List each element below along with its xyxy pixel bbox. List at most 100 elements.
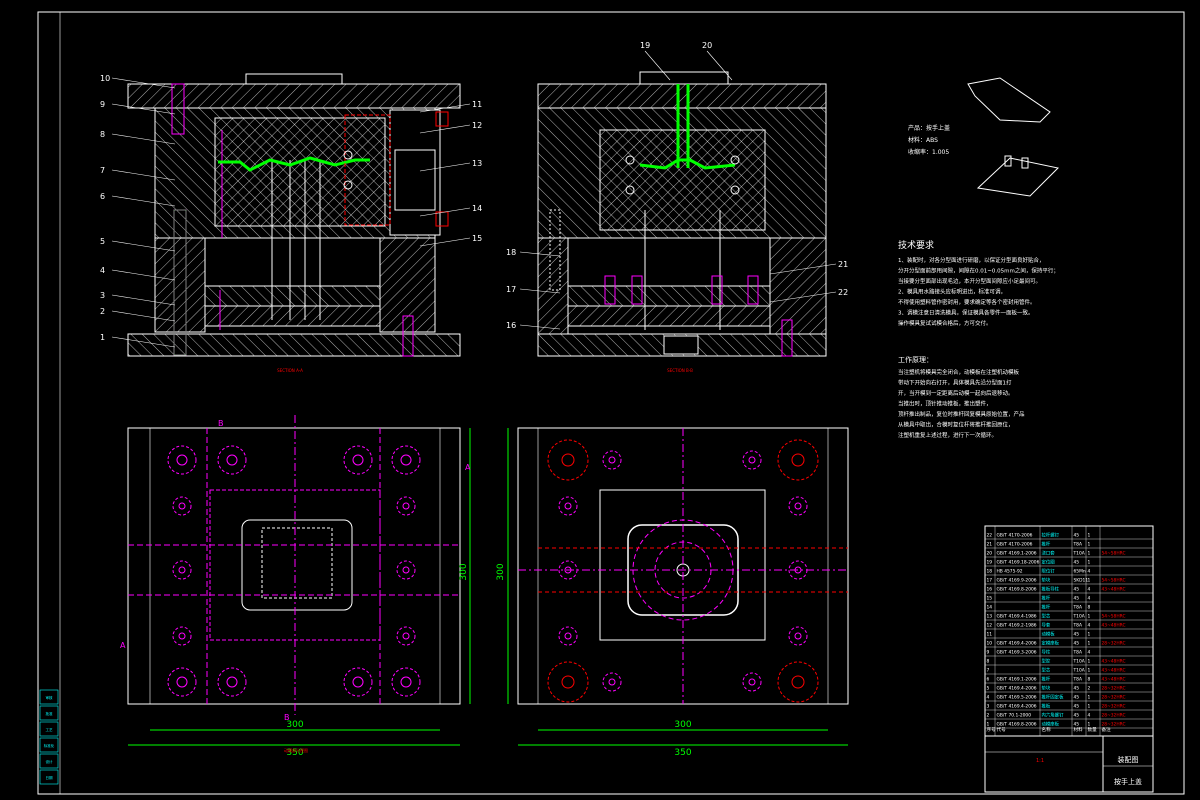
bom-cell: 1 — [1088, 632, 1091, 638]
bolt-hole — [396, 626, 416, 646]
bom-cell: T10A — [1073, 614, 1085, 620]
callout-label: 17 — [506, 285, 516, 294]
bom-cell: 45 — [1074, 596, 1080, 602]
bom-cell: GB/T 4169.3-2006 — [997, 650, 1037, 656]
bom-header-cell: 序号 — [987, 726, 997, 733]
bolt-hole-inner — [176, 454, 188, 466]
bom-cell: 浇口套 — [1042, 550, 1056, 557]
bolt-hole — [788, 496, 808, 516]
plan-view-right — [517, 427, 849, 705]
product-info-line: 材料：ABS — [908, 136, 938, 144]
bolt-hole-inner — [794, 502, 802, 510]
bom-header-cell: 材料 — [1074, 726, 1084, 733]
callout-leader — [706, 50, 733, 81]
bom-cell: HB 4575-92 — [997, 569, 1023, 575]
bolt-hole — [742, 672, 762, 692]
tech-line: 分开分型面前部用间隙，间隙在0.01~0.05mm之间，保持平行； — [898, 267, 1059, 275]
dim-350-right: 350 — [674, 748, 691, 758]
bom-cell: 5 — [987, 686, 990, 692]
bom-cell: 1 — [1088, 551, 1091, 557]
bom-cell: 28~32HRC — [1102, 695, 1126, 701]
bolt-hole — [777, 661, 819, 703]
bom-header-cell: 代号 — [997, 726, 1007, 733]
left-strip-label: 审核 — [46, 695, 53, 700]
left-strip-label: 批准 — [46, 711, 53, 716]
callout-label: 1 — [100, 333, 105, 342]
bom-cell: 22 — [987, 533, 993, 539]
bom-cell: GB/T 4169.18-2006 — [997, 560, 1040, 566]
bom-cell: 型芯 — [1042, 667, 1051, 674]
callout-label: 20 — [702, 41, 712, 50]
bolt-hole — [167, 667, 197, 697]
bolt-hole — [602, 672, 622, 692]
bom-cell: GB/T 4169.4-2006 — [997, 686, 1037, 692]
section-a-caption: SECTION A-A — [277, 368, 303, 373]
bom-cell: 45 — [1074, 560, 1080, 566]
bolt-hole-inner — [226, 676, 238, 688]
tech-line: 不得使用塑料管作密封用，要求确定等各个密封用管件。 — [898, 298, 1036, 306]
bom-cell: 推杆 — [1042, 595, 1051, 602]
bom-cell: 12 — [987, 623, 993, 629]
bolt-hole-inner — [748, 678, 756, 686]
bom-cell: 限位钉 — [1042, 568, 1056, 575]
bom-cell: GB/T 4169.4-1986 — [997, 614, 1037, 620]
bom-cell: 1 — [1088, 722, 1091, 728]
bom-cell: 定位圈 — [1042, 559, 1056, 566]
bom-cell: 43~48HRC — [1102, 668, 1126, 674]
bom-cell: T8A — [1073, 605, 1082, 611]
bolt-hole-inner — [791, 453, 805, 467]
bom-cell: 定模座板 — [1042, 640, 1060, 647]
dim-height-left: 300 — [459, 563, 469, 580]
bom-cell: 45 — [1074, 533, 1080, 539]
bom-cell: GB/T 4170-2006 — [997, 542, 1033, 548]
bolt-hole-inner — [352, 454, 364, 466]
bolt-hole — [343, 667, 373, 697]
callout-label: 14 — [472, 204, 482, 213]
bom-cell: 导套 — [1042, 622, 1051, 629]
bom-cell: 推杆 — [1042, 604, 1051, 611]
bom-cell: 型芯 — [1042, 613, 1051, 620]
bom-cell: 45 — [1074, 641, 1080, 647]
bom-header-cell: 备注 — [1102, 726, 1112, 733]
work-line: 当注塑机将模具完全闭合，动模板在注塑机动模板 — [898, 368, 1020, 376]
bom-cell: 10 — [987, 641, 993, 647]
tech-title: 技术要求 — [898, 239, 934, 251]
bom-cell: T8A — [1073, 542, 1082, 548]
bom-cell: 垫块 — [1042, 685, 1051, 692]
bom-cell: 43~48HRC — [1102, 659, 1126, 665]
bolt-hole-inner — [608, 678, 616, 686]
bom-cell: 45 — [1074, 722, 1080, 728]
bolt-hole-inner — [791, 675, 805, 689]
bolt-hole — [742, 450, 762, 470]
bolt-hole-inner — [352, 676, 364, 688]
callout-label: 12 — [472, 121, 482, 130]
product-info: 产品：按手上盖材料：ABS 收缩率：1.005 — [908, 124, 950, 156]
bom-cell: 28~32HRC — [1102, 704, 1126, 710]
bolt-hole-inner — [226, 454, 238, 466]
callout-leader — [644, 50, 671, 81]
bolt-hole-inner — [564, 632, 572, 640]
bom-cell: 65Mn — [1074, 569, 1086, 575]
callout-label: 6 — [100, 192, 105, 201]
marker-a-right: A — [465, 463, 471, 472]
bom-cell: 1 — [1088, 560, 1091, 566]
callout-label: 18 — [506, 248, 516, 257]
bom-cell: 1 — [1088, 704, 1091, 710]
bom-cell: GB/T 70.1-2000 — [997, 713, 1032, 719]
bom-cell: 28~32HRC — [1102, 722, 1126, 728]
bom-cell: 1 — [987, 722, 990, 728]
plan-left-holes — [167, 445, 421, 697]
tech-line: 2、模具用水路接头应标明进出，标准可调， — [898, 288, 1006, 296]
section-a-a-view — [127, 73, 461, 357]
bom-cell: 8 — [1088, 677, 1091, 683]
bom-cell: 1 — [1088, 659, 1091, 665]
bom-cell: T10A — [1073, 659, 1085, 665]
bom-cell: 21 — [987, 542, 993, 548]
bom-header-cell: 名称 — [1042, 726, 1052, 733]
work-line: 当推出时，顶针推动推板，推出塑件， — [898, 400, 992, 408]
bom-cell: 1 — [1088, 668, 1091, 674]
bom-cell: 18 — [987, 569, 993, 575]
tech-line: 当接要分型面部出现毛边，本开分型面间隙应小足最间可。 — [898, 277, 1041, 285]
bom-cell: 54~58HRC — [1102, 551, 1126, 557]
bom-cell: 43~48HRC — [1102, 587, 1126, 593]
